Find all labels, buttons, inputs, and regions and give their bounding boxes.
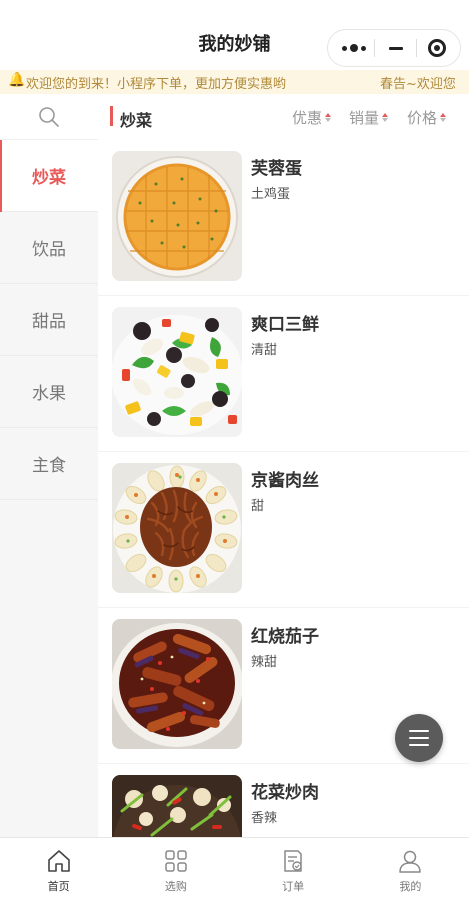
tab-label: 订单 <box>282 880 305 893</box>
sidebar-item-stir-fry[interactable]: 炒菜 <box>0 140 98 212</box>
tab-home[interactable]: 首页 <box>0 838 117 900</box>
more-options-button[interactable] <box>334 30 374 66</box>
notice-text-repeat: 春告~欢迎您 <box>380 77 456 92</box>
braised-eggplant-photo <box>112 619 242 749</box>
close-mini-program-button[interactable] <box>416 30 458 66</box>
notice-bar: 🔔 欢迎您的到来！小程序下单，更加方便实惠哟 春告~欢迎您 <box>0 70 469 94</box>
user-icon <box>399 850 422 873</box>
dish-name: 花菜炒肉 <box>251 783 319 803</box>
dish-name: 红烧茄子 <box>251 627 319 647</box>
category-title: 炒菜 <box>120 111 153 130</box>
sort-label: 价格 <box>407 109 438 127</box>
stir-fry-vegetables-photo <box>112 307 242 437</box>
bottom-tab-bar: 首页 选购 订单 我的 <box>0 837 469 900</box>
dish-name: 芙蓉蛋 <box>251 159 302 179</box>
sidebar-item-fruit[interactable]: 水果 <box>0 356 98 428</box>
tab-label: 我的 <box>399 880 422 893</box>
cauliflower-pork-photo <box>112 775 242 837</box>
menu-line-icon <box>409 744 429 746</box>
more-dots-icon <box>342 44 366 52</box>
tab-profile[interactable]: 我的 <box>352 838 469 900</box>
minimize-button[interactable] <box>376 30 416 66</box>
floating-menu-button[interactable] <box>395 714 443 762</box>
top-header: 我的妙铺 <box>0 0 469 70</box>
list-header: 炒菜 优惠 销量 价格 <box>98 94 469 140</box>
sort-arrows-icon <box>382 113 389 122</box>
search-icon <box>39 106 59 127</box>
sort-sales[interactable]: 销量 <box>349 107 389 128</box>
grid-icon <box>165 850 187 872</box>
sidebar-item-desserts[interactable]: 甜品 <box>0 284 98 356</box>
dish-item[interactable]: 花菜炒肉 香辣 <box>98 764 469 837</box>
dish-item[interactable]: 爽口三鲜 清甜 <box>98 296 469 452</box>
tab-label: 首页 <box>47 880 70 893</box>
dish-desc: 甜 <box>251 499 265 514</box>
sidebar-item-drinks[interactable]: 饮品 <box>0 212 98 284</box>
menu-line-icon <box>409 730 429 732</box>
dish-desc: 土鸡蛋 <box>251 187 291 202</box>
search-button[interactable] <box>0 94 98 140</box>
dish-item[interactable]: 芙蓉蛋 土鸡蛋 <box>98 140 469 296</box>
sort-price[interactable]: 价格 <box>407 107 447 128</box>
sort-label: 销量 <box>349 109 380 127</box>
target-circle-icon <box>428 39 446 57</box>
menu-line-icon <box>409 737 429 739</box>
category-sidebar: 炒菜 饮品 甜品 水果 主食 <box>0 94 98 837</box>
tab-browse[interactable]: 选购 <box>117 838 234 900</box>
dish-item[interactable]: 京酱肉丝 甜 <box>98 452 469 608</box>
egg-custard-photo <box>112 151 242 281</box>
tab-label: 选购 <box>164 880 187 893</box>
shredded-pork-photo <box>112 463 242 593</box>
sort-label: 优惠 <box>292 109 323 127</box>
mini-program-capsule <box>327 29 461 67</box>
dish-desc: 辣甜 <box>251 655 278 670</box>
home-icon <box>47 850 70 872</box>
dish-name: 爽口三鲜 <box>251 315 319 335</box>
dish-desc: 香辣 <box>251 811 278 826</box>
dish-name: 京酱肉丝 <box>251 471 319 491</box>
tab-orders[interactable]: 订单 <box>235 838 352 900</box>
dish-desc: 清甜 <box>251 343 278 358</box>
order-icon <box>284 850 302 872</box>
sidebar-item-staple[interactable]: 主食 <box>0 428 98 500</box>
bell-icon: 🔔 <box>8 72 26 88</box>
sort-discount[interactable]: 优惠 <box>292 107 332 128</box>
notice-text: 欢迎您的到来！小程序下单，更加方便实惠哟 <box>26 77 287 92</box>
sort-arrows-icon <box>440 113 447 122</box>
capsule-divider <box>374 39 375 57</box>
category-accent-bar <box>110 106 113 126</box>
minus-icon <box>389 46 403 50</box>
sort-arrows-icon <box>325 113 332 122</box>
